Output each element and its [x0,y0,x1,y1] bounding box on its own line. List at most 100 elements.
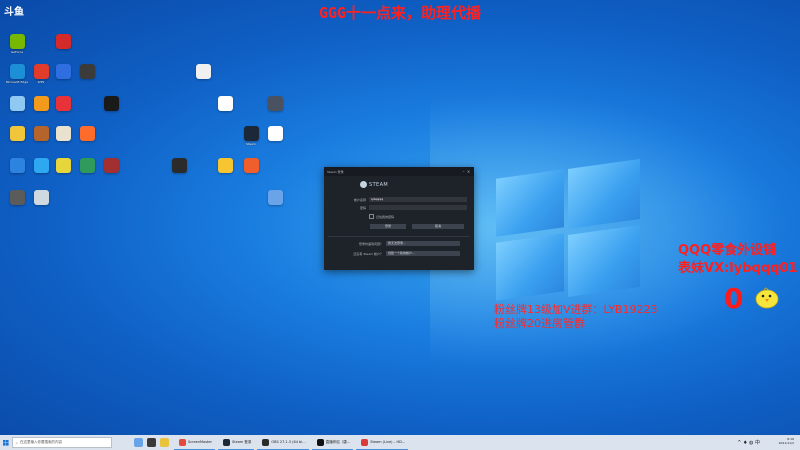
steam-titlebar[interactable]: Steam 登录 – × [324,167,474,176]
desktop-icon-capture[interactable] [238,158,264,174]
help-row: 登录时遇到问题？ 我无法登录… [328,241,460,246]
help-button[interactable]: 我无法登录… [386,241,460,246]
taskbar-app-icon [223,438,230,446]
chick-icon [755,287,779,309]
desktop-icon-mi[interactable] [74,126,100,142]
desktop-icon-remote[interactable] [28,190,54,206]
settings-icon [55,126,71,141]
desktop-icon-obs[interactable] [166,158,192,174]
windows-logo [488,158,648,310]
capture-icon [243,158,259,173]
account-row: 帐户名称 lybqqqq [328,197,467,202]
steam-login-window[interactable]: Steam 登录 – × STEAM 帐户名称 lybqqqq 密码 记住我的密… [324,167,474,270]
desktop-icon-settings[interactable] [50,126,76,142]
folder-green-icon [79,158,95,173]
game-c-icon [103,158,119,173]
account-input[interactable]: lybqqqq [369,197,467,202]
desktop-icon-game-c[interactable] [98,158,124,174]
close-button[interactable]: × [466,169,471,174]
taskbar-app[interactable]: 直播伴侣（唐… [311,436,354,450]
tray-icons[interactable]: ^ ♦ ◍ 中 [737,439,760,446]
desktop-icon-baidu[interactable] [50,64,76,80]
taskbar-app[interactable]: Steam 登录 [218,436,255,450]
new-account-text: 还没有 Steam 帐户？ [353,251,383,256]
stream-banner: GGG十一点来，助理代播 [318,4,482,22]
divider [328,236,470,237]
desktop-icon-label: GeForce [10,50,24,54]
desktop-icon-kuaishou[interactable] [212,96,238,112]
mi-icon [79,126,95,141]
game-a-icon [79,64,95,79]
desktop-icon-netdisk[interactable] [262,190,288,206]
taskbar-app-label: Steam (Live) – HD… [370,440,406,444]
clock-date: 2021/11/2 [778,441,794,445]
taskbar-app-label: OBS 27.1.3 (64 bi… [271,440,306,444]
steam-brand: STEAM [360,181,388,188]
desktop-icon-app-red[interactable] [50,34,76,50]
desktop-icon-sogou[interactable] [4,158,30,174]
account-label: 帐户名称 [353,197,366,202]
desktop-icon-netease[interactable] [50,96,76,112]
password-input[interactable] [369,205,467,210]
search-placeholder: 在这里输入你要搜索的内容 [19,440,62,444]
taskbar-app-icon [134,438,143,447]
desktop-icon-doc[interactable] [190,64,216,80]
kuaishou-icon [217,96,233,111]
desktop-icon-steam[interactable]: Steam [238,126,264,146]
desktop-icon-folder-green[interactable] [74,158,100,174]
remember-checkbox[interactable]: 记住我的密码 [369,214,394,219]
desktop-icon-file[interactable] [262,126,288,142]
taskbar-app-icon [361,438,369,446]
taskbar-app[interactable] [145,438,158,447]
taskbar-app[interactable]: Steam (Live) – HD… [356,436,409,450]
taskbar-app-icon [160,438,169,447]
steam-icon [243,126,259,141]
doc-icon [195,64,211,79]
fan-line-2: 粉丝牌20进房管群 [494,317,585,330]
taskbar-app-icon [316,438,324,446]
taskbar-app-label: 直播伴侣（唐… [325,439,351,444]
checkbox-box[interactable] [369,214,374,219]
taskbar-app[interactable]: OBS 27.1.3 (64 bi… [257,436,309,450]
taskbar-app-icon [179,438,186,446]
help-text: 登录时遇到问题？ [358,241,383,246]
cartoon-icon [55,158,71,173]
game-d-icon [9,190,25,205]
taskbar-app-icon [147,438,156,447]
desktop-icon-nvidia[interactable]: GeForce [4,34,30,54]
desktop-icon-qqmusic[interactable] [212,158,238,174]
counter: 0 [724,282,744,315]
new-account-button[interactable]: 创建一个新的帐户… [386,251,460,256]
desktop-icon-label: Steam [246,142,256,146]
desktop-icon-qq-folder[interactable] [4,126,30,142]
login-button[interactable]: 登录 [370,224,406,229]
desktop-icon-game-a[interactable] [74,64,100,80]
fan-overlay: 粉丝牌13级加V进群：LYB19223 粉丝牌20进房管群 [494,303,657,331]
game-b-icon [33,126,49,141]
desktop-icon-game-d[interactable] [4,190,30,206]
wps-icon [33,64,49,79]
tray-clock[interactable]: 8:16 2021/11/2 [779,437,794,445]
desktop-icon-logitech[interactable] [98,96,124,112]
desktop-icon-edge[interactable]: Microsoft Edge [4,64,30,84]
taskbar-app[interactable] [158,438,171,447]
taskbar-app-icon [262,438,270,446]
desktop-icon-label: Microsoft Edge [5,80,29,84]
shop-line-2: 表妹VX:lybqqq01 [678,261,798,276]
file-icon [267,126,283,141]
start-button[interactable] [0,435,12,450]
taskbar-app-label: Steam 登录 [232,439,252,444]
remote-icon [33,190,49,205]
desktop-icon-recycle[interactable] [4,96,30,112]
fan-line-1: 粉丝牌13级加V进群：LYB19223 [494,303,658,316]
desktop-icon-app-gray[interactable] [262,96,288,112]
taskbar-app[interactable]: ScreenMaster [174,436,215,450]
desktop-icon-cartoon[interactable] [50,158,76,174]
taskbar-search[interactable]: ⌕ 在这里输入你要搜索的内容 [12,437,112,448]
taskbar-app[interactable] [132,438,145,447]
taskbar-app-label: ScreenMaster [188,440,212,444]
qqmusic-icon [217,158,233,173]
remember-label: 记住我的密码 [376,214,395,219]
cancel-button[interactable]: 取消 [412,224,464,229]
recycle-icon [9,96,25,111]
